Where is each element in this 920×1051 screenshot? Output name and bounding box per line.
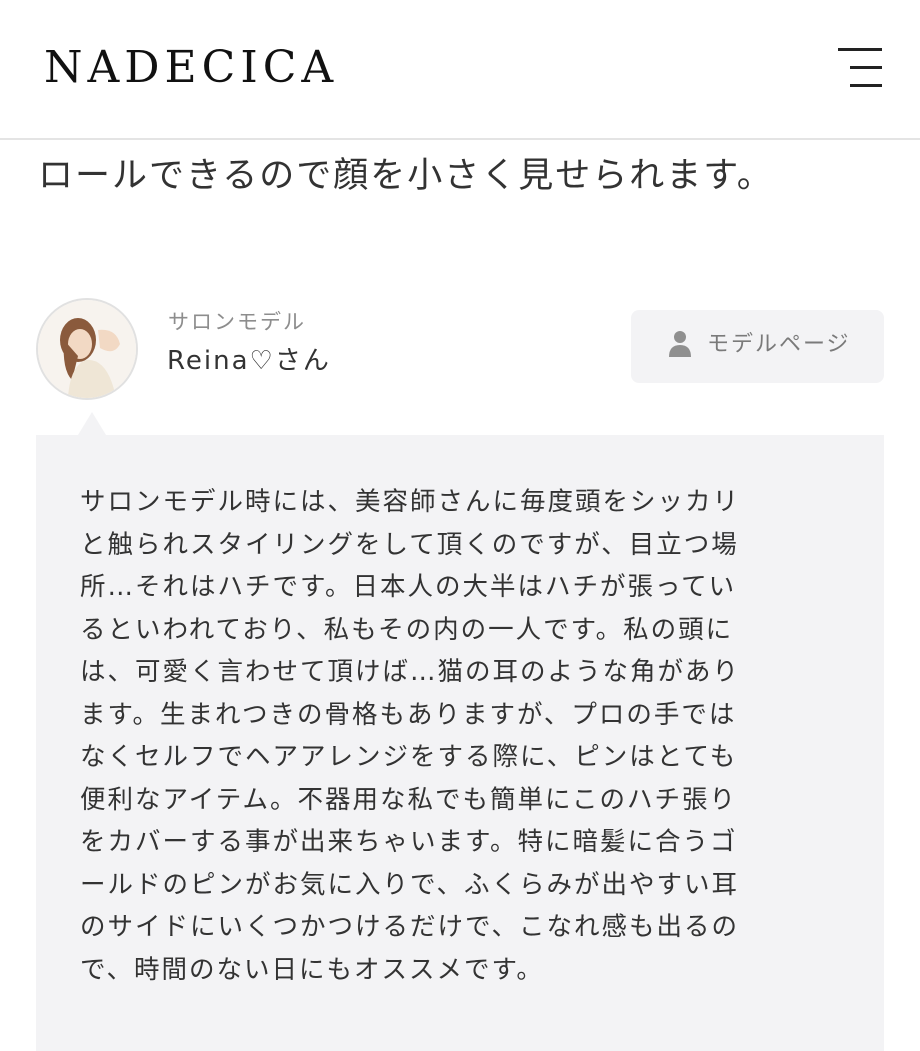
comment-line: サロンモデル時には、美容師さんに毎度頭をシッカリ (80, 487, 741, 517)
avatar-illustration (38, 300, 136, 398)
person-icon (669, 331, 691, 357)
comment-line: と触られスタイリングをして頂くのですが、目立つ場 (80, 529, 739, 560)
comment-bubble: サロンモデル時には、美容師さんに毎度頭をシッカリ と触られスタイリングをして頂く… (36, 435, 884, 1051)
site-header: NADECICA (0, 0, 920, 140)
comment-bubble-pointer (78, 412, 106, 435)
model-page-button-label: モデルページ (707, 332, 851, 357)
comment-line: るといわれており、私もその内の一人です。私の頭に (80, 614, 734, 645)
comment-line: ます。生まれつきの骨格もありますが、プロの手では (80, 699, 737, 730)
comment-line: で、時間のない日にもオススメです。 (80, 954, 544, 985)
comment-line: をカバーする事が出来ちゃいます。特に暗髪に合うゴ (80, 827, 738, 857)
menu-bar-middle (850, 66, 882, 69)
hamburger-menu-icon[interactable] (826, 40, 890, 96)
menu-bar-top (838, 48, 882, 51)
comment-text: サロンモデル時には、美容師さんに毎度頭をシッカリ と触られスタイリングをして頂く… (80, 481, 848, 991)
comment-line: 所…それはハチです。日本人の大半はハチが張ってい (80, 572, 737, 602)
site-logo[interactable]: NADECICA (44, 42, 338, 94)
model-name[interactable]: Reina♡さん (167, 340, 331, 377)
model-avatar-photo[interactable] (36, 298, 138, 400)
comment-line: ールドのピンがお気に入りで、ふくらみが出やすい耳 (80, 869, 739, 900)
menu-bar-bottom (850, 84, 882, 87)
comment-line: 便利なアイテム。不器用な私でも簡単にこのハチ張り (80, 784, 737, 815)
model-page-button[interactable]: モデルページ (631, 310, 884, 383)
model-role-label: サロンモデル (168, 310, 306, 334)
comment-line: のサイドにいくつかつけるだけで、こなれ感も出るの (80, 912, 739, 942)
comment-line: なくセルフでヘアアレンジをする際に、ピンはとても (80, 742, 738, 772)
comment-line: は、可愛く言わせて頂けば…猫の耳のような角があり (80, 657, 741, 687)
